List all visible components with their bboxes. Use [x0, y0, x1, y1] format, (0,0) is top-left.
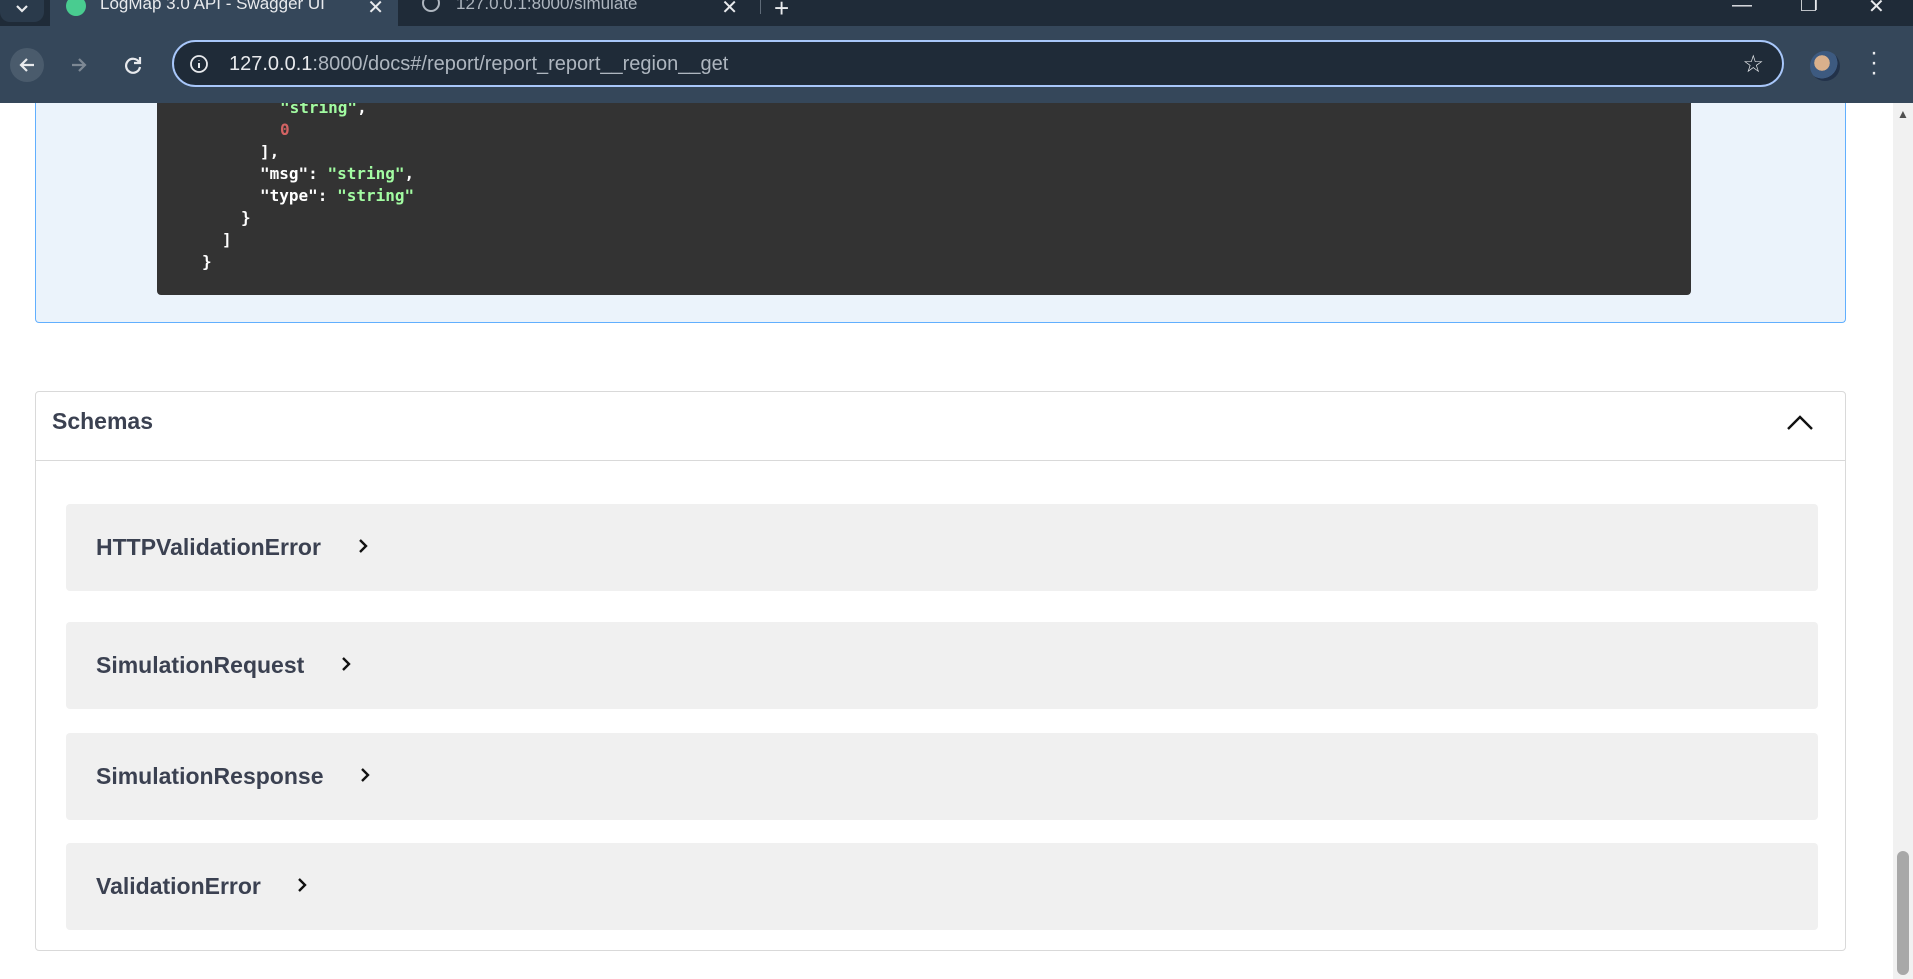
chevron-down-icon [16, 5, 28, 13]
schemas-section: Schemas HTTPValidationError SimulationRe… [35, 391, 1846, 951]
url-text[interactable]: 127.0.0.1:8000/docs#/report/report_repor… [229, 53, 728, 76]
bookmark-star-icon[interactable]: ☆ [1742, 50, 1764, 79]
model-name: ValidationError [96, 873, 261, 899]
code-line: ], [260, 142, 280, 161]
chevron-right-icon [361, 768, 370, 782]
code-line: } [241, 208, 251, 227]
site-info-icon[interactable] [188, 53, 210, 75]
code-line: } [202, 252, 212, 271]
code-line: "type": "string" [260, 186, 415, 205]
arrow-left-icon [19, 58, 34, 72]
tab-divider [760, 0, 761, 14]
code-line: "msg": "string", [260, 164, 415, 183]
page-scrollbar[interactable]: ▲ [1893, 103, 1913, 979]
chevron-right-icon [298, 878, 307, 892]
minimize-icon[interactable]: — [1732, 0, 1752, 17]
restore-icon[interactable]: ❐ [1800, 0, 1818, 17]
forward-button[interactable] [62, 48, 96, 82]
model-validationerror[interactable]: ValidationError [66, 843, 1818, 930]
scroll-up-icon[interactable]: ▲ [1897, 107, 1909, 121]
tab-search-button[interactable] [0, 0, 44, 22]
model-simulationrequest[interactable]: SimulationRequest [66, 622, 1818, 709]
close-window-icon[interactable]: ✕ [1868, 0, 1885, 19]
model-name: SimulationRequest [96, 652, 305, 678]
model-name: SimulationResponse [96, 763, 324, 789]
model-simulationresponse[interactable]: SimulationResponse [66, 733, 1818, 820]
browser-toolbar: 127.0.0.1:8000/docs#/report/report_repor… [0, 26, 1913, 103]
model-name: HTTPValidationError [96, 534, 321, 560]
close-tab-icon[interactable]: ✕ [367, 0, 384, 20]
reload-button[interactable] [116, 48, 150, 82]
scrollbar-thumb[interactable] [1897, 851, 1909, 975]
chevron-up-icon[interactable] [1785, 412, 1815, 432]
browser-tab-strip: LogMap 3.0 API - Swagger UI ✕ 127.0.0.1:… [0, 0, 1913, 26]
url-path: :8000/docs#/report/report_report__region… [312, 53, 729, 75]
address-bar[interactable]: 127.0.0.1:8000/docs#/report/report_repor… [172, 40, 1784, 87]
reload-icon [125, 57, 142, 74]
browser-menu-icon[interactable]: · · · [1870, 41, 1878, 85]
new-tab-button[interactable]: + [774, 0, 789, 24]
page-viewport: , "string", 0 ], "msg": "string", "type"… [0, 103, 1893, 979]
url-host: 127.0.0.1 [229, 53, 313, 75]
close-tab-icon[interactable]: ✕ [721, 0, 738, 20]
response-example-code: , "string", 0 ], "msg": "string", "type"… [157, 103, 1691, 295]
tab-simulate[interactable]: 127.0.0.1:8000/simulate ✕ [408, 0, 752, 26]
swagger-favicon-icon [66, 0, 86, 16]
globe-icon [422, 0, 440, 12]
back-button[interactable] [10, 48, 44, 82]
schemas-header[interactable]: Schemas [36, 392, 1845, 461]
chevron-right-icon [359, 539, 368, 553]
tab-title: LogMap 3.0 API - Swagger UI [100, 0, 325, 13]
code-line: ] [222, 230, 232, 249]
chevron-right-icon [342, 657, 351, 671]
arrow-right-icon [72, 58, 87, 72]
schemas-title: Schemas [52, 408, 154, 434]
model-httpvalidationerror[interactable]: HTTPValidationError [66, 504, 1818, 591]
tab-swagger[interactable]: LogMap 3.0 API - Swagger UI ✕ [50, 0, 398, 26]
code-line: 0 [280, 120, 290, 139]
profile-avatar[interactable] [1810, 51, 1840, 81]
code-line: "string", [280, 103, 367, 117]
tab-title: 127.0.0.1:8000/simulate [456, 0, 638, 13]
